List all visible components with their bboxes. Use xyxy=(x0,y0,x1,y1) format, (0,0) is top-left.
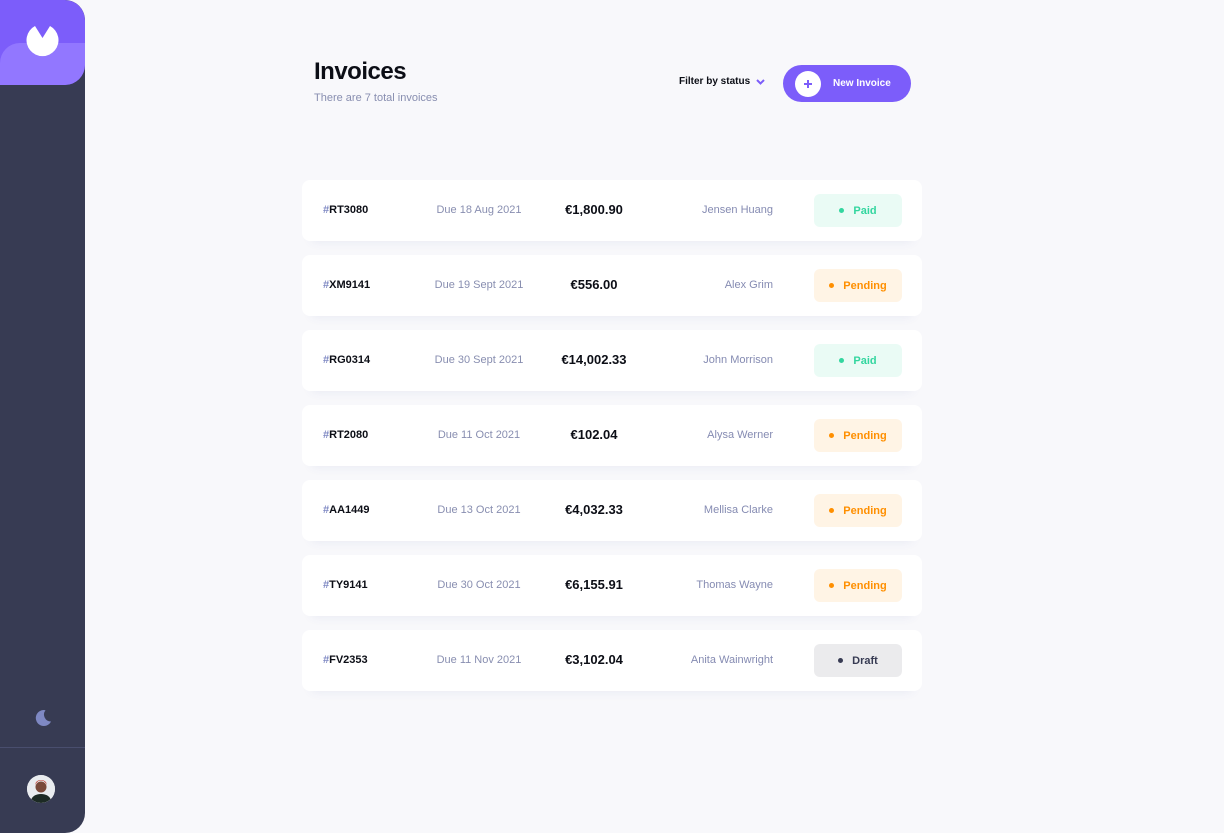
status-badge: Paid xyxy=(814,194,902,227)
status-label: Pending xyxy=(843,579,887,592)
invoice-due-date: Due 13 Oct 2021 xyxy=(437,504,521,516)
status-badge: Pending xyxy=(814,569,902,602)
chevron-down-icon xyxy=(756,78,765,85)
invoice-id: #RT2080 xyxy=(323,405,368,466)
invoice-due-date: Due 30 Sept 2021 xyxy=(434,354,524,366)
invoice-due-date: Due 11 Oct 2021 xyxy=(437,429,521,441)
status-badge: Pending xyxy=(814,494,902,527)
invoice-due-date: Due 19 Sept 2021 xyxy=(434,279,524,291)
page-header: Invoices There are 7 total invoices Filt… xyxy=(314,58,911,110)
status-dot xyxy=(829,433,835,438)
invoice-id-text: RT2080 xyxy=(329,429,369,441)
invoice-count: There are 7 total invoices xyxy=(314,92,438,104)
status-dot xyxy=(838,658,844,663)
moon-icon[interactable] xyxy=(33,708,53,728)
invoice-client: Thomas Wayne xyxy=(696,579,773,591)
invoice-client: Mellisa Clarke xyxy=(703,504,773,516)
invoice-client: Alysa Werner xyxy=(707,429,773,441)
page-title: Invoices xyxy=(314,58,407,85)
invoice-amount: €14,002.33 xyxy=(561,352,627,367)
filter-label: Filter by status xyxy=(679,76,751,87)
avatar[interactable] xyxy=(27,775,55,803)
invoice-client: John Morrison xyxy=(703,354,773,366)
invoice-row[interactable]: #RT2080 Due 11 Oct 2021 €102.04 Alysa We… xyxy=(302,405,922,466)
invoice-due-date: Due 30 Oct 2021 xyxy=(437,579,521,591)
status-badge: Draft xyxy=(814,644,902,677)
invoice-id: #RG0314 xyxy=(323,330,370,391)
invoice-amount: €6,155.91 xyxy=(565,577,623,592)
status-dot xyxy=(829,508,835,513)
invoice-due-date: Due 18 Aug 2021 xyxy=(436,204,522,216)
invoice-id: #XM9141 xyxy=(323,255,370,316)
status-dot xyxy=(829,283,835,288)
status-label: Draft xyxy=(852,654,878,667)
invoice-id-text: XM9141 xyxy=(329,279,371,291)
invoice-list: #RT3080 Due 18 Aug 2021 €1,800.90 Jensen… xyxy=(302,180,922,705)
invoice-id-text: RT3080 xyxy=(329,204,369,216)
invoice-client: Alex Grim xyxy=(724,279,773,291)
invoice-amount: €102.04 xyxy=(570,427,618,442)
status-label: Pending xyxy=(843,279,887,292)
invoice-id-text: FV2353 xyxy=(329,654,368,666)
invoice-id: #FV2353 xyxy=(323,630,368,691)
status-badge: Pending xyxy=(814,269,902,302)
status-dot xyxy=(829,583,835,588)
invoice-client: Jensen Huang xyxy=(702,204,773,216)
invoice-id: #TY9141 xyxy=(323,555,368,616)
invoice-client: Anita Wainwright xyxy=(690,654,773,666)
sidebar-divider xyxy=(0,747,85,748)
invoice-id: #RT3080 xyxy=(323,180,368,241)
new-invoice-label: New Invoice xyxy=(833,78,891,89)
logo-icon xyxy=(26,26,59,57)
status-label: Paid xyxy=(853,204,877,217)
invoice-id: #AA1449 xyxy=(323,480,369,541)
invoice-row[interactable]: #FV2353 Due 11 Nov 2021 €3,102.04 Anita … xyxy=(302,630,922,691)
filter-by-status-dropdown[interactable]: Filter by status xyxy=(679,76,765,87)
status-label: Paid xyxy=(853,354,877,367)
status-dot xyxy=(839,358,845,363)
invoice-row[interactable]: #XM9141 Due 19 Sept 2021 €556.00 Alex Gr… xyxy=(302,255,922,316)
status-badge: Pending xyxy=(814,419,902,452)
invoice-id-text: TY9141 xyxy=(329,579,368,591)
status-label: Pending xyxy=(843,429,887,442)
invoice-amount: €3,102.04 xyxy=(565,652,623,667)
invoice-row[interactable]: #AA1449 Due 13 Oct 2021 €4,032.33 Mellis… xyxy=(302,480,922,541)
invoice-row[interactable]: #TY9141 Due 30 Oct 2021 €6,155.91 Thomas… xyxy=(302,555,922,616)
invoice-amount: €556.00 xyxy=(570,277,618,292)
status-dot xyxy=(839,208,845,213)
status-badge: Paid xyxy=(814,344,902,377)
invoice-id-text: RG0314 xyxy=(329,354,371,366)
invoice-amount: €1,800.90 xyxy=(565,202,623,217)
sidebar xyxy=(0,0,85,833)
logo[interactable] xyxy=(0,0,85,85)
invoice-amount: €4,032.33 xyxy=(565,502,623,517)
invoice-row[interactable]: #RT3080 Due 18 Aug 2021 €1,800.90 Jensen… xyxy=(302,180,922,241)
invoice-due-date: Due 11 Nov 2021 xyxy=(436,654,522,666)
plus-icon xyxy=(795,70,821,97)
invoice-id-text: AA1449 xyxy=(329,504,370,516)
new-invoice-button[interactable]: New Invoice xyxy=(783,65,911,102)
status-label: Pending xyxy=(843,504,887,517)
invoice-row[interactable]: #RG0314 Due 30 Sept 2021 €14,002.33 John… xyxy=(302,330,922,391)
